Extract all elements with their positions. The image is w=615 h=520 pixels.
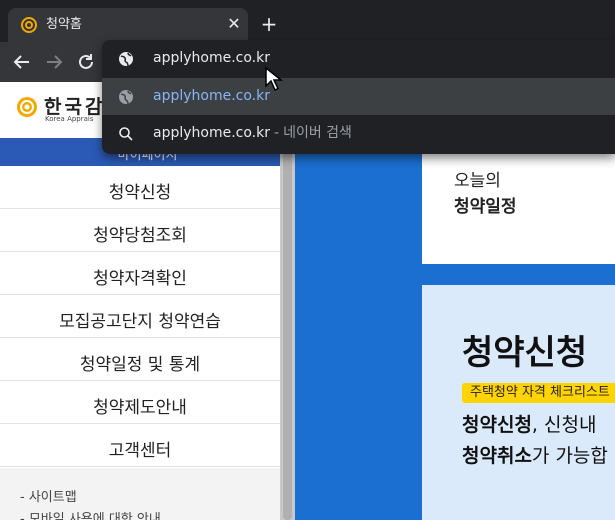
menu-item-customer-center[interactable]: 고객센터: [0, 424, 280, 467]
apply-card-line1: 청약신청, 신청내: [462, 410, 596, 437]
reload-icon[interactable]: [74, 50, 98, 74]
apply-card-line1-rest: , 신청내: [531, 414, 597, 436]
apply-card[interactable]: 청약신청 주택청약 자격 체크리스트 청약신청, 신청내 청약취소가 가능합: [422, 285, 615, 520]
close-tab-icon[interactable]: ✕: [224, 14, 244, 34]
menu-item-label: 모집공고단지 청약연습: [59, 312, 221, 332]
tab-title: 청약홈: [46, 17, 82, 32]
apply-card-line2: 청약취소가 가능합: [462, 441, 608, 468]
checklist-badge[interactable]: 주택청약 자격 체크리스트: [462, 383, 615, 403]
apply-card-line2-bold: 청약취소: [462, 445, 532, 467]
omnibox-input-row[interactable]: applyhome.co.kr: [102, 40, 615, 77]
menu-item-eligibility[interactable]: 청약자격확인: [0, 252, 280, 295]
menu-item-apply[interactable]: 청약신청: [0, 166, 280, 209]
omnibox-suggestion-url-text: applyhome.co.kr: [153, 88, 270, 104]
arrow-left-icon[interactable]: [10, 50, 34, 74]
menu-item-schedule-stats[interactable]: 청약일정 및 통계: [0, 338, 280, 381]
omnibox-input-text[interactable]: applyhome.co.kr: [153, 49, 270, 68]
menu-item-label: 청약신청: [108, 183, 172, 203]
arrow-right-icon[interactable]: [42, 50, 66, 74]
schedule-card-title: 청약일정: [454, 197, 517, 217]
omnibox-suggestion-search[interactable]: applyhome.co.kr - 네이버 검색: [102, 115, 615, 152]
schedule-card[interactable]: 오늘의 청약일정: [422, 140, 615, 264]
applyhome-favicon-icon: [21, 17, 37, 33]
menu-item-label: 고객센터: [108, 441, 172, 461]
site-logo-icon[interactable]: [16, 96, 38, 118]
globe-icon: [119, 90, 133, 105]
apply-card-title: 청약신청: [462, 333, 588, 373]
new-tab-button[interactable]: +: [256, 12, 282, 38]
mobile-guide-link[interactable]: - 모바일 사용에 대한 안내: [20, 508, 161, 520]
mouse-cursor-icon: [265, 66, 284, 92]
menu-item-label: 청약당첨조회: [93, 226, 187, 246]
omnibox-suggestion-url[interactable]: applyhome.co.kr: [102, 78, 615, 115]
side-menu: 청약신청 청약당첨조회 청약자격확인 모집공고단지 청약연습 청약일정 및 통계…: [0, 166, 280, 467]
schedule-card-line1: 오늘의: [454, 171, 501, 191]
separator: -: [274, 125, 280, 141]
globe-icon: [119, 52, 133, 67]
search-engine-label: 네이버 검색: [283, 125, 352, 141]
menu-item-system-guide[interactable]: 청약제도안내: [0, 381, 280, 424]
sitemap-link[interactable]: - 사이트맵: [20, 486, 77, 505]
menu-item-winner-lookup[interactable]: 청약당첨조회: [0, 209, 280, 252]
menu-item-label: 청약일정 및 통계: [79, 355, 201, 375]
omnibox-dropdown: applyhome.co.kr applyhome.co.kr applyhom…: [102, 40, 615, 154]
browser-tab[interactable]: 청약홈 ✕: [8, 8, 248, 42]
menu-item-label: 청약자격확인: [93, 269, 187, 289]
footer-links: - 사이트맵 - 모바일 사용에 대한 안내: [0, 468, 280, 520]
apply-card-line1-bold: 청약신청: [462, 414, 532, 436]
menu-item-label: 청약제도안내: [93, 398, 187, 418]
apply-card-line2-rest: 가 가능합: [531, 445, 608, 467]
logo-english-text: Korea Apprais: [45, 115, 94, 123]
menu-item-practice[interactable]: 모집공고단지 청약연습: [0, 295, 280, 338]
search-query: applyhome.co.kr: [153, 125, 270, 141]
search-icon: [119, 127, 133, 141]
omnibox-suggestion-search-text: applyhome.co.kr - 네이버 검색: [153, 124, 352, 143]
